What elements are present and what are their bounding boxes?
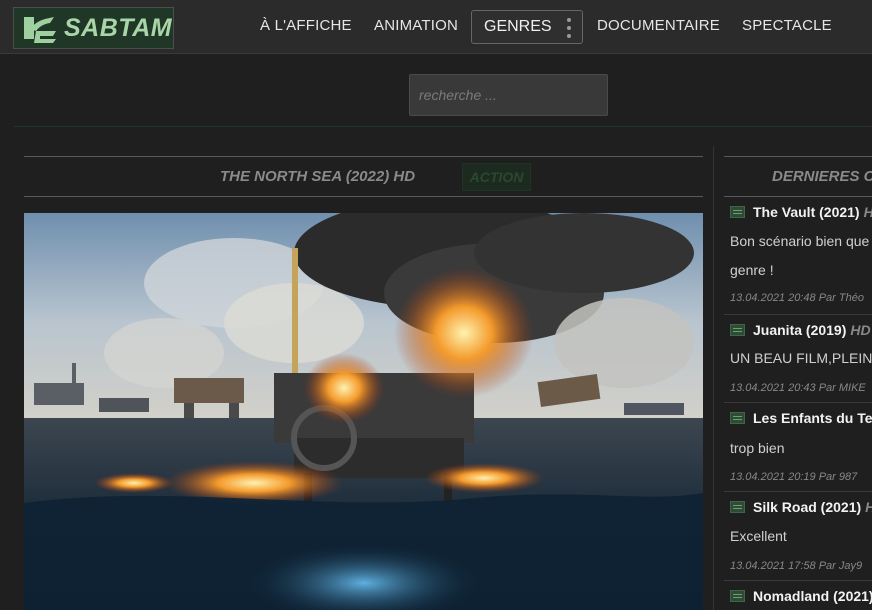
comment-film-title: Les Enfants du Te — [753, 410, 872, 426]
comment-icon — [730, 590, 745, 602]
comment-film-link[interactable]: Juanita (2019) HD — [730, 321, 871, 339]
comment-item: Les Enfants du Te trop bien 13.04.2021 2… — [724, 403, 872, 491]
comment-film-link[interactable]: Les Enfants du Te — [730, 409, 872, 427]
article-title[interactable]: THE NORTH SEA (2022) HD — [220, 168, 415, 185]
logo-text: SABTAM — [64, 13, 173, 42]
nav-genres-label: GENRES — [484, 18, 552, 35]
comment-text: UN BEAU FILM,PLEIN — [730, 350, 872, 366]
nav-item-genres-dropdown[interactable]: GENRES — [471, 10, 583, 44]
comment-icon — [730, 206, 745, 218]
comment-item: Nomadland (2021) — [724, 581, 872, 610]
comment-icon — [730, 501, 745, 513]
comment-meta: 13.04.2021 17:58 Par Jay9 — [730, 560, 863, 572]
site-logo[interactable]: SABTAM — [13, 7, 174, 49]
comment-item: The Vault (2021) H Bon scénario bien que… — [724, 197, 872, 315]
article-header: THE NORTH SEA (2022) HD ACTION — [24, 156, 703, 197]
column-divider — [713, 146, 714, 610]
comment-text: Bon scénario bien que — [730, 233, 870, 249]
comment-quality: H — [864, 204, 872, 220]
comment-film-link[interactable]: Nomadland (2021) — [730, 587, 872, 605]
comment-film-title: The Vault (2021) — [753, 204, 860, 220]
comment-text: trop bien — [730, 440, 785, 456]
nav-item-animation[interactable]: ANIMATION — [374, 17, 458, 34]
kebab-menu-icon — [567, 18, 571, 38]
header-divider — [14, 126, 872, 127]
nav-item-a-l-affiche[interactable]: À L'AFFICHE — [260, 17, 352, 34]
comment-meta: 13.04.2021 20:19 Par 987 — [730, 471, 858, 483]
comment-film-link[interactable]: The Vault (2021) H — [730, 203, 872, 221]
comment-meta: 13.04.2021 20:43 Par MIKE — [730, 382, 866, 394]
latest-comments-header: DERNIERES C — [724, 156, 872, 197]
nav-item-documentaire[interactable]: DOCUMENTAIRE — [597, 17, 720, 34]
latest-comments-title: DERNIERES C — [772, 168, 872, 185]
nav-item-spectacle[interactable]: SPECTACLE — [742, 17, 832, 34]
poster-image — [24, 213, 703, 610]
comment-meta: 13.04.2021 20:48 Par Théo — [730, 292, 864, 304]
comment-text-continued: genre ! — [730, 262, 774, 278]
comment-item: Silk Road (2021) H Excellent 13.04.2021 … — [724, 492, 872, 580]
search-input[interactable] — [409, 74, 608, 116]
comment-item: Juanita (2019) HD UN BEAU FILM,PLEIN 13.… — [724, 315, 872, 403]
comment-icon — [730, 324, 745, 336]
genre-badge[interactable]: ACTION — [462, 163, 531, 191]
comment-film-title: Silk Road (2021) — [753, 499, 862, 515]
comment-film-link[interactable]: Silk Road (2021) H — [730, 498, 872, 516]
top-navigation-bar: SABTAM À L'AFFICHE ANIMATION GENRES DOCU… — [0, 0, 872, 54]
comment-quality: HD — [850, 322, 871, 338]
comment-quality: H — [865, 499, 872, 515]
movie-poster[interactable] — [24, 213, 703, 610]
sabtam-logo-icon — [24, 17, 56, 43]
comment-film-title: Juanita (2019) — [753, 322, 847, 338]
comment-text: Excellent — [730, 528, 787, 544]
comment-icon — [730, 412, 745, 424]
comment-film-title: Nomadland (2021) — [753, 588, 872, 604]
